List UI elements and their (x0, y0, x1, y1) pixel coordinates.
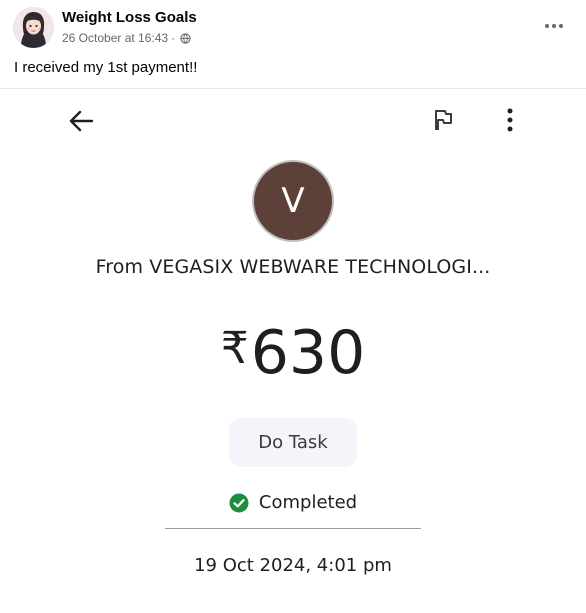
status-label: Completed (258, 492, 358, 513)
kebab-menu-icon[interactable] (498, 106, 522, 134)
check-circle-icon (229, 493, 249, 512)
post-header: Weight Loss Goals 26 October at 16:43 · (0, 0, 586, 56)
payment-screenshot: V From VEGASIX WEBWARE TECHNOLOGI... ₹63… (0, 89, 586, 613)
amount-value: 630 (250, 318, 366, 388)
post-text: I received my 1st payment!! (14, 59, 198, 76)
more-options-icon[interactable] (540, 12, 568, 40)
payment-status: Completed (0, 492, 586, 513)
flag-icon[interactable] (430, 107, 456, 133)
payment-amount: ₹630 (0, 309, 586, 393)
payment-date: 19 Oct 2024, 4:01 pm (194, 555, 392, 576)
facebook-post: Weight Loss Goals 26 October at 16:43 · … (0, 0, 586, 613)
currency-symbol: ₹ (220, 323, 249, 374)
status-divider (165, 528, 421, 529)
post-meta: 26 October at 16:43 · (62, 31, 191, 45)
page-name[interactable]: Weight Loss Goals (62, 9, 197, 26)
payer-name: From VEGASIX WEBWARE TECHNOLOGI... (95, 256, 491, 278)
arrow-left-icon[interactable] (66, 106, 96, 136)
post-timestamp[interactable]: 26 October at 16:43 (62, 31, 168, 45)
page-avatar[interactable] (13, 7, 54, 48)
payer-avatar: V (254, 162, 332, 240)
globe-icon (180, 32, 191, 44)
payment-note-chip: Do Task (229, 418, 357, 467)
meta-separator: · (171, 31, 176, 45)
